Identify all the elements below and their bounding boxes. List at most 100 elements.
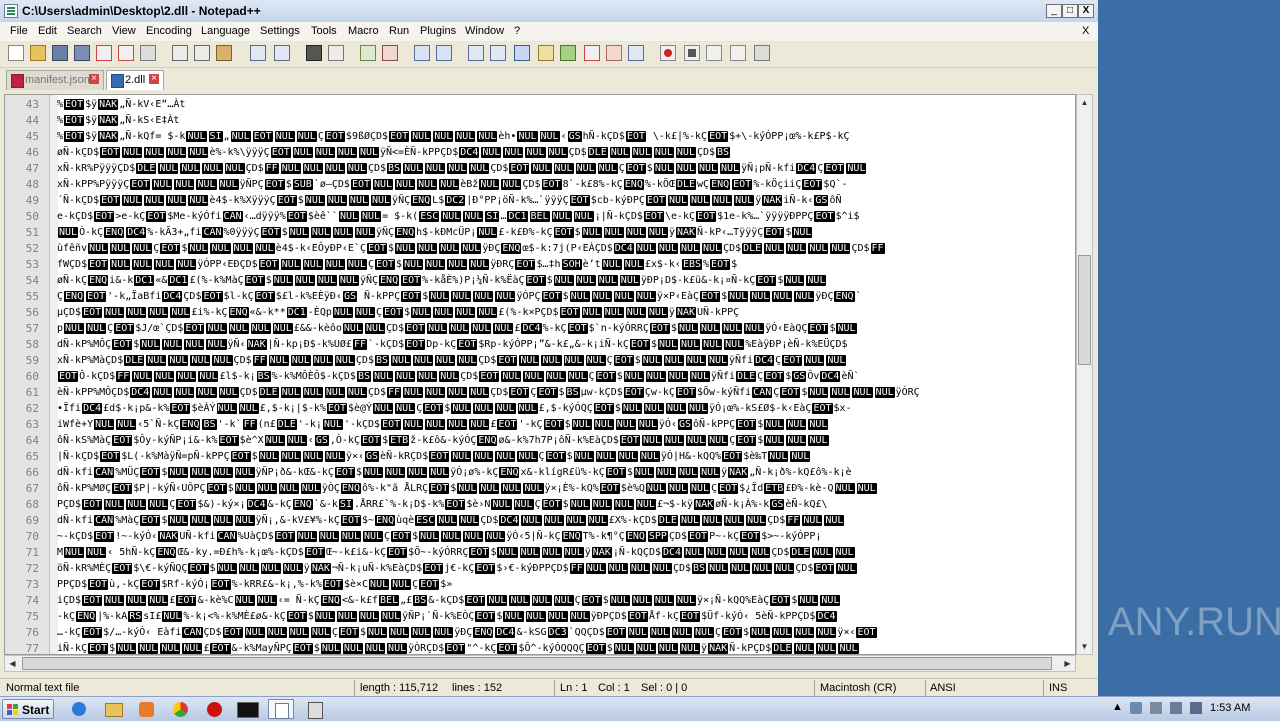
editor-line[interactable]: 77 iÑ-kÇ EOT $ NUL NUL NUL NUL £ EOT &-k%MayÑPÇ EOT… — [5, 641, 1075, 654]
title-bar[interactable]: C:\Users\admin\Desktop\2.dll - Notepad++… — [0, 0, 1098, 23]
save-icon[interactable] — [52, 45, 68, 61]
editor-line[interactable]: 63 iWfè+Y NUL NUL ‹5`Ñ-kÇ ENQ BS '-k` FF (n£ DLE '-… — [5, 417, 1075, 433]
scroll-right-icon[interactable]: ▶ — [1060, 656, 1075, 671]
cut-icon[interactable] — [172, 45, 188, 61]
editor-line[interactable]: 62 •Ïfi DC4 £d$-k¡p&-k% EOT $èÀÝ NUL NUL £,$-k¡|… — [5, 401, 1075, 417]
editor-line[interactable]: 71 M NUL NUL ‹ 5hÑ-kÇ ENQ Œ&-ky.=Ð£h%-k¡œ%-kÇD… — [5, 545, 1075, 561]
close-file-icon[interactable] — [96, 45, 112, 61]
editor-line[interactable]: 67 ôÑ-kP%MØÇ EOT $P|-kýÑ‹UÔPÇ EOT $ NUL NUL NUL N… — [5, 481, 1075, 497]
scroll-down-icon[interactable]: ▼ — [1077, 639, 1092, 654]
document-map-icon[interactable] — [560, 45, 576, 61]
scroll-left-icon[interactable]: ◀ — [5, 656, 20, 671]
menu-edit[interactable]: Edit — [38, 25, 57, 37]
save-macro-icon[interactable] — [754, 45, 770, 61]
media-player-icon[interactable] — [134, 699, 160, 719]
tab-2-dll[interactable]: 2.dll × — [106, 70, 164, 90]
editor-line[interactable]: 56 µÇD$ EOT NUL NUL NUL NUL £i%-kÇ ENQ «&-k** DC1-… — [5, 305, 1075, 321]
clock[interactable]: 1:53 AM — [1210, 702, 1250, 714]
editor-line[interactable]: 53 fWÇD$ EOT NUL NUL NUL NUL ÿÓPP‹EÐÇD$ EOT NUL NU… — [5, 257, 1075, 273]
horizontal-scrollbar[interactable]: ◀ ▶ — [4, 655, 1076, 672]
notepadpp-taskbar-icon[interactable] — [268, 699, 294, 719]
editor-line[interactable]: 65 |Ñ-kÇD$ EOT $L(-k%MàÿÑ=pÑ-kPPÇ EOT $ NUL NUL… — [5, 449, 1075, 465]
menu-tools[interactable]: Tools — [311, 25, 337, 37]
replace-icon[interactable] — [328, 45, 344, 61]
tray-expand-icon[interactable]: ▲ — [1112, 701, 1123, 713]
editor-line[interactable]: 58 dÑ-kP%MÔÇ EOT $ NUL NUL NUL NUL ÿÑ‹ NAK |Ñ-kp¡Ð… — [5, 337, 1075, 353]
calculator-icon[interactable] — [302, 699, 328, 719]
editor-line[interactable]: 74 iÇD$ EOT NUL NUL NUL £ EOT &-kè%C NUL NUL ‹= Ñ-k… — [5, 593, 1075, 609]
editor-line[interactable]: 73 PPÇD$ EOT ù,-kÇ EOT $Rf-kýÓ¡ EOT %-kRR£&-k¡,… — [5, 577, 1075, 593]
horizontal-scroll-thumb[interactable] — [22, 657, 1052, 670]
sync-horizontal-icon[interactable] — [436, 45, 452, 61]
play-macro-icon[interactable] — [706, 45, 722, 61]
stop-macro-icon[interactable] — [684, 45, 700, 61]
menu-run[interactable]: Run — [389, 25, 409, 37]
editor-line[interactable]: 54 øÑ-kÇ ENQ i&-k DC1 «& DC1 £(%-k%MàÇ EOT $ NUL NU… — [5, 273, 1075, 289]
vertical-scrollbar[interactable]: ▲ ▼ — [1076, 94, 1093, 655]
new-file-icon[interactable] — [8, 45, 24, 61]
editor-line[interactable]: 69 dÑ-kfi CAN %MàÇ EOT $ NUL NUL NUL NUL ÿÑ¡,&-kV£… — [5, 513, 1075, 529]
editor-line[interactable]: 52 ùfêñv NUL NUL NUL Ç EOT $ NUL NUL NUL NUL è4$-k‹E… — [5, 241, 1075, 257]
cmd-icon[interactable] — [234, 699, 260, 719]
text-editor[interactable]: 43 % EOT $ÿ NAK „Ñ-kV‹E“…Àt 44 % EOT $ÿ NAK „Ñ-kS‹E… — [4, 94, 1076, 655]
internet-explorer-icon[interactable] — [66, 699, 92, 719]
menu-settings[interactable]: Settings — [260, 25, 300, 37]
editor-line[interactable]: 75 -kÇ ENQ |%-kA RS sI£ NUL %-k¡<%-k%MÈ£ø&-kÇ EO… — [5, 609, 1075, 625]
editor-line[interactable]: 48 xÑ-kPP%PÿÿÿÇ EOT NUL NUL NUL NUL ÿÑPÇ EOT $ SUB… — [5, 177, 1075, 193]
tab-manifest-json[interactable]: manifest.json × — [6, 70, 104, 90]
menu-file[interactable]: File — [10, 25, 28, 37]
flag-icon[interactable] — [1150, 702, 1162, 714]
editor-line[interactable]: 55 Ç ENQ EOT '-k„ÏaBfi DC4 ÇD$ EOT $l-kÇ EOT $£l-k… — [5, 289, 1075, 305]
editor-line[interactable]: 66 dÑ-kfi CAN %MÜÇ EOT $ NUL NUL NUL NUL ÿÑP¡ð&-kŒ… — [5, 465, 1075, 481]
editor-line[interactable]: 49 ´Ñ-kÇD$ EOT NUL NUL NUL NUL è4$-k%XÿÿÿÇ EOT $ N… — [5, 193, 1075, 209]
save-all-icon[interactable] — [74, 45, 90, 61]
undo-icon[interactable] — [250, 45, 266, 61]
editor-line[interactable]: 60 EOT Ô-kÇD$ FF NUL NUL NUL NUL £l$-k¡ BS %-k%MÔÈ… — [5, 369, 1075, 385]
editor-line[interactable]: 44 % EOT $ÿ NAK „Ñ-kS‹E‡Àt — [5, 113, 1075, 129]
editor-line[interactable]: 64 ôÑ-kS%MàÇ EOT $Ôy-kýÑP¡i&-k% EOT $è^X NUL NU… — [5, 433, 1075, 449]
vertical-scroll-thumb[interactable] — [1078, 255, 1091, 365]
menu-search[interactable]: Search — [67, 25, 102, 37]
volume-icon[interactable] — [1190, 702, 1202, 714]
tab-close-icon[interactable]: × — [89, 74, 99, 84]
menu-language[interactable]: Language — [201, 25, 250, 37]
menu-encoding[interactable]: Encoding — [146, 25, 192, 37]
menu-plugins[interactable]: Plugins — [420, 25, 456, 37]
editor-line[interactable]: 61 èÑ-kPP%MÔÇD$ DC4 NUL NUL NUL NUL ÇD$ DLE NUL NU… — [5, 385, 1075, 401]
monitor-icon[interactable] — [1170, 702, 1182, 714]
menu-help[interactable]: ? — [514, 25, 520, 37]
tab-close-icon[interactable]: × — [149, 74, 159, 84]
close-all-icon[interactable] — [118, 45, 134, 61]
file-explorer-icon[interactable] — [100, 699, 126, 719]
editor-line[interactable]: 43 % EOT $ÿ NAK „Ñ-kV‹E“…Àt — [5, 97, 1075, 113]
notepadpp-app-icon[interactable] — [4, 4, 18, 18]
function-list-icon[interactable] — [584, 45, 600, 61]
editor-line[interactable]: 51 NUL Ò-kÇ ENQ DC4 %-kÃ3+„fi CAN %0ÿÿÿÇ EOT $ NUL… — [5, 225, 1075, 241]
copy-icon[interactable] — [194, 45, 210, 61]
scroll-up-icon[interactable]: ▲ — [1077, 95, 1092, 110]
minimize-button[interactable]: _ — [1046, 4, 1062, 18]
start-button[interactable]: Start — [2, 699, 54, 719]
run-macro-multiple-icon[interactable] — [730, 45, 746, 61]
show-all-characters-icon[interactable] — [490, 45, 506, 61]
zoom-in-icon[interactable] — [360, 45, 376, 61]
editor-line[interactable]: 70 ~-kÇD$ EOT !~-kýÓ‹ NAK UÑ-kfi CAN %UàÇD$ EOT N… — [5, 529, 1075, 545]
menu-window[interactable]: Window — [465, 25, 504, 37]
zoom-out-icon[interactable] — [382, 45, 398, 61]
editor-line[interactable]: 68 PÇD$ EOT NUL NUL NUL Ç EOT $&)-ký×¡ DC4 &-kÇ ENQ… — [5, 497, 1075, 513]
redo-icon[interactable] — [274, 45, 290, 61]
editor-line[interactable]: 57 p NUL NUL Ç EOT $J/œ`ÇD$ EOT NUL NUL NUL NUL £&&-… — [5, 321, 1075, 337]
document-close-x[interactable]: X — [1082, 25, 1089, 37]
indent-guide-icon[interactable] — [514, 45, 530, 61]
find-icon[interactable] — [306, 45, 322, 61]
menu-view[interactable]: View — [112, 25, 136, 37]
user-language-icon[interactable] — [538, 45, 554, 61]
menu-macro[interactable]: Macro — [348, 25, 379, 37]
maximize-button[interactable]: □ — [1062, 4, 1078, 18]
editor-line[interactable]: 76 …-kÇ EOT $/…-kýÓ‹ Eàfi CAN ÇD$ EOT NUL NUL NUL… — [5, 625, 1075, 641]
editor-line[interactable]: 46 øÑ-kÇD$ EOT NUL NUL NUL NUL è%-k%\ÿÿÿÇ EOT NUL… — [5, 145, 1075, 161]
folder-workspace-icon[interactable] — [606, 45, 622, 61]
opera-icon[interactable] — [202, 699, 228, 719]
editor-line[interactable]: 50 e-kÇD$ EOT >e-kÇ EOT $Me-kýÓfi CAN ‹…dÿÿÿ% EO… — [5, 209, 1075, 225]
editor-line[interactable]: 59 xÑ-kP%MàÇD$ DLE NUL NUL NUL NUL ÇD$ FF NUL NUL N… — [5, 353, 1075, 369]
